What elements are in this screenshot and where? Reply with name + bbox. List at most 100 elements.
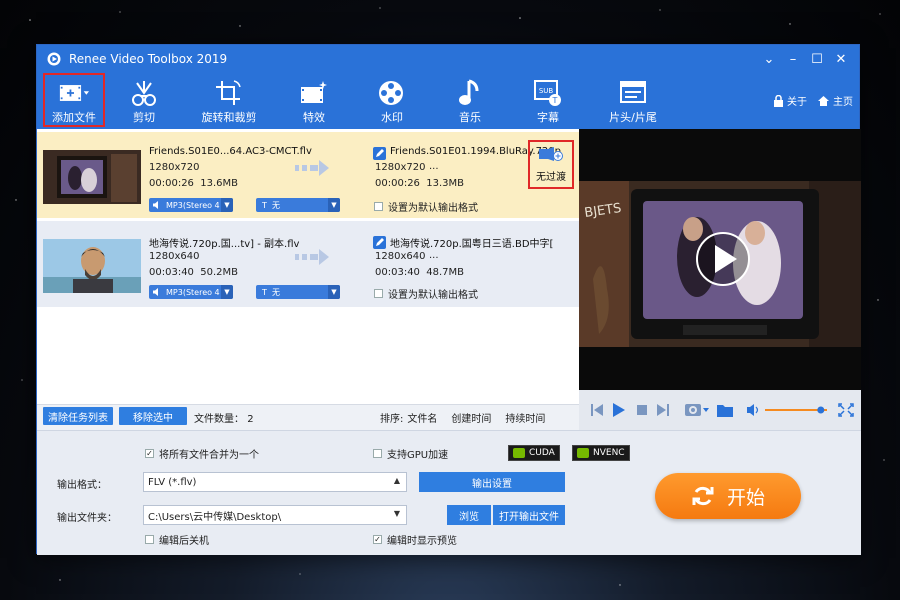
edit-output-name-icon[interactable] (373, 236, 386, 249)
output-format-select[interactable]: FLV (*.flv) ▲ (143, 472, 407, 492)
show-preview-checkbox[interactable]: ✓ 编辑时显示预览 (373, 532, 457, 547)
about-button[interactable]: 关于 (773, 93, 807, 108)
input-size: 50.2MB (200, 267, 239, 278)
output-folder-value: C:\Users\云中传媒\Desktop\ (148, 511, 282, 523)
shutdown-after-checkbox[interactable]: 编辑后关机 (145, 532, 209, 547)
menu-dropdown-icon[interactable]: ⌄ (757, 52, 781, 67)
input-duration-size: 00:03:40 50.2MB (149, 267, 238, 278)
sort-by-name[interactable]: 文件名 (407, 410, 437, 425)
checkbox-box (374, 202, 383, 211)
output-more[interactable]: ... (429, 250, 439, 261)
input-duration-size: 00:00:26 13.6MB (149, 178, 238, 189)
watermark-label: 水印 (381, 111, 403, 124)
subtitle-select[interactable]: T 无 ▼ (256, 198, 340, 212)
input-resolution: 1280x640 (149, 251, 200, 262)
skip-back-icon[interactable] (591, 404, 603, 416)
set-default-format-label: 设置为默认输出格式 (388, 203, 478, 214)
close-icon[interactable]: ✕ (829, 52, 853, 67)
file-count-value: 2 (247, 414, 254, 425)
fullscreen-icon[interactable] (838, 403, 854, 417)
music-label: 音乐 (459, 111, 481, 124)
gpu-acceleration-checkbox[interactable]: 支持GPU加速 (373, 446, 448, 461)
effects-label: 特效 (303, 111, 325, 124)
shutdown-after-label: 编辑后关机 (159, 536, 209, 547)
skip-forward-icon[interactable] (657, 404, 669, 416)
nvidia-icon (577, 448, 589, 458)
input-file-name: Friends.S01E0...64.AC3-CMCT.flv (149, 146, 312, 157)
lock-icon (774, 94, 783, 107)
input-duration: 00:00:26 (149, 178, 194, 189)
svg-text:T: T (552, 96, 558, 105)
subtitle-label: 字幕 (537, 111, 559, 124)
output-settings-button[interactable]: 输出设置 (419, 472, 565, 492)
file-row[interactable]: 地海传说.720p.国...tv] - 副本.flv 1280x640 00:0… (37, 221, 579, 307)
transition-button[interactable]: 无过渡 (528, 140, 574, 189)
open-output-folder-button[interactable]: 打开输出文件 (493, 505, 565, 525)
subtitle-value: 无 (271, 200, 280, 210)
set-default-format-checkbox[interactable]: 设置为默认输出格式 (374, 199, 478, 214)
play-icon[interactable] (613, 403, 625, 417)
output-folder-select[interactable]: C:\Users\云中传媒\Desktop\ ▼ (143, 505, 407, 525)
speaker-icon (153, 288, 158, 296)
snapshot-icon[interactable] (685, 404, 709, 416)
sort-by-duration[interactable]: 持续时间 (505, 410, 545, 425)
nvenc-badge: NVENC (572, 445, 630, 461)
film-effects-icon (301, 81, 327, 103)
title-card-icon (620, 81, 646, 103)
clear-list-button[interactable]: 清除任务列表 (43, 407, 113, 425)
refresh-icon (692, 486, 714, 506)
svg-text:SUB: SUB (539, 87, 554, 95)
home-label: 主页 (833, 97, 853, 108)
audio-track-select[interactable]: MP3(Stereo 4 ▼ (149, 198, 233, 212)
file-count: 文件数量： 2 (194, 410, 254, 425)
rotate-crop-button[interactable]: 旋转和裁剪 (183, 73, 275, 127)
list-action-bar: 清除任务列表 移除选中 文件数量： 2 排序: 文件名 创建时间 持续时间 (37, 404, 579, 430)
file-row[interactable]: Friends.S01E0...64.AC3-CMCT.flv 1280x720… (37, 132, 579, 218)
watermark-button[interactable]: 水印 (353, 73, 431, 127)
video-thumbnail[interactable] (43, 150, 141, 204)
checkbox-checked: ✓ (145, 449, 154, 458)
nvidia-icon (513, 448, 525, 458)
set-default-format-checkbox[interactable]: 设置为默认输出格式 (374, 286, 478, 301)
volume-knob[interactable] (817, 406, 825, 414)
transition-icon (539, 147, 563, 161)
browse-button[interactable]: 浏览 (447, 505, 491, 525)
input-size: 13.6MB (200, 178, 239, 189)
app-window: Renee Video Toolbox 2019 ⌄ – ☐ ✕ 添加文件 剪切… (36, 44, 861, 555)
scissors-icon (132, 81, 156, 106)
output-more[interactable]: ... (429, 161, 439, 172)
merge-files-checkbox[interactable]: ✓ 将所有文件合并为一个 (145, 446, 259, 461)
music-button[interactable]: 音乐 (431, 73, 509, 127)
subtitle-button[interactable]: SUB T 字幕 (509, 73, 587, 127)
video-preview[interactable]: BJETS (579, 129, 861, 390)
volume-icon[interactable] (747, 404, 759, 416)
merge-files-label: 将所有文件合并为一个 (159, 450, 259, 461)
video-thumbnail[interactable] (43, 239, 141, 293)
remove-selected-button[interactable]: 移除选中 (119, 407, 187, 425)
audio-track-value: MP3(Stereo 4 (166, 287, 220, 297)
add-file-button[interactable]: 添加文件 (43, 73, 105, 127)
sort-by-created[interactable]: 创建时间 (451, 410, 491, 425)
cut-label: 剪切 (133, 111, 155, 124)
audio-track-select[interactable]: MP3(Stereo 4 ▼ (149, 285, 233, 299)
output-size: 48.7MB (426, 267, 465, 278)
music-note-icon (459, 79, 479, 105)
output-duration-size: 00:03:40 48.7MB (375, 267, 464, 278)
output-format-label: 输出格式： (57, 480, 107, 491)
intro-outro-button[interactable]: 片头/片尾 (587, 73, 679, 127)
effects-button[interactable]: 特效 (275, 73, 353, 127)
cut-button[interactable]: 剪切 (105, 73, 183, 127)
home-button[interactable]: 主页 (817, 93, 853, 108)
folder-icon[interactable] (717, 405, 733, 417)
transition-label: 无过渡 (536, 172, 566, 183)
maximize-icon[interactable]: ☐ (805, 52, 829, 67)
crop-rotate-icon (216, 80, 241, 105)
stop-icon[interactable] (637, 405, 647, 415)
minimize-icon[interactable]: – (781, 52, 805, 67)
start-button[interactable]: 开始 (655, 473, 801, 519)
subtitle-select[interactable]: T 无 ▼ (256, 285, 340, 299)
edit-output-name-icon[interactable] (373, 147, 386, 160)
chevron-down-icon: ▼ (221, 198, 233, 212)
show-preview-label: 编辑时显示预览 (387, 536, 457, 547)
cuda-badge: CUDA (508, 445, 560, 461)
